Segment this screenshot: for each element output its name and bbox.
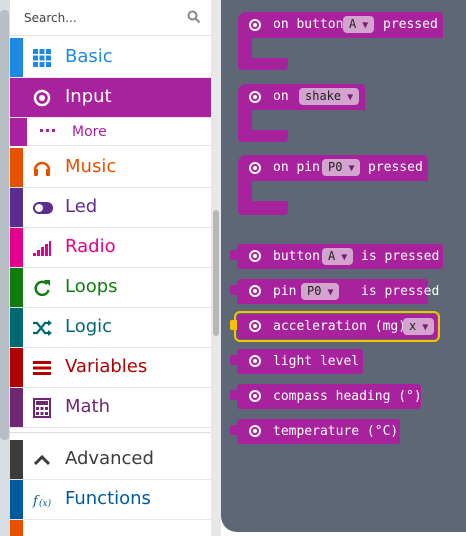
category-basic[interactable]: Basic [10, 38, 211, 78]
radio-target-icon [33, 89, 51, 107]
headphones-icon [33, 161, 51, 176]
category-color-bar [10, 148, 23, 187]
search-input[interactable]: Search... [24, 11, 77, 25]
category-functions[interactable]: f (x) Functions [10, 480, 211, 520]
category-color-bar [10, 118, 23, 146]
block-label: acceleration (mg) [273, 319, 407, 334]
search-icon[interactable] [187, 10, 201, 24]
category-color-bar [10, 38, 23, 77]
radio-target-icon [249, 390, 261, 402]
category-color-bar [10, 388, 23, 427]
toolbox-divider [10, 432, 211, 438]
category-label: Functions [65, 488, 151, 509]
category-led[interactable]: Led [10, 188, 211, 228]
radio-target-icon [249, 250, 261, 262]
shuffle-icon [33, 320, 52, 336]
radio-target-icon [249, 91, 261, 103]
category-color-bar [10, 480, 23, 519]
pin-dropdown[interactable]: P0 ▼ [301, 283, 340, 300]
dropdown-arrow-icon: ▼ [327, 287, 334, 298]
block-label: pressed [368, 160, 423, 175]
toolbox: Search... Basic Input More Music Led Rad… [10, 0, 211, 536]
category-advanced[interactable]: Advanced [10, 440, 211, 480]
block-label: on pin [273, 160, 320, 175]
category-label: Variables [65, 356, 148, 377]
category-color-bar [10, 268, 23, 307]
category-color-bar [10, 348, 23, 387]
toolbox-scrollbar-thumb[interactable] [213, 210, 219, 336]
pin-dropdown[interactable]: P0 ▼ [322, 159, 361, 176]
category-radio[interactable]: Radio [10, 228, 211, 268]
radio-target-icon [249, 162, 261, 174]
category-label: Led [65, 196, 98, 217]
category-label: Basic [65, 46, 113, 67]
dropdown-arrow-icon: ▼ [347, 92, 354, 103]
radio-target-icon [249, 425, 261, 437]
category-color-bar [10, 188, 23, 227]
radio-target-icon [249, 355, 261, 367]
toolbox-scrollbar-track [211, 0, 221, 536]
block-label: button [273, 249, 320, 264]
dropdown-arrow-icon: ▼ [348, 163, 355, 174]
category-math[interactable]: Math [10, 388, 211, 428]
category-logic[interactable]: Logic [10, 308, 211, 348]
category-label: Loops [65, 276, 118, 297]
category-color-bar [10, 228, 23, 267]
category-input[interactable]: Input [10, 78, 211, 118]
category-label: Radio [65, 236, 116, 257]
search-box[interactable]: Search... [10, 0, 211, 36]
axis-dropdown[interactable]: x ▼ [403, 318, 435, 335]
button-dropdown[interactable]: A ▼ [343, 16, 375, 33]
button-dropdown[interactable]: A ▼ [322, 248, 354, 265]
gesture-dropdown[interactable]: shake ▼ [299, 88, 360, 105]
refresh-icon [34, 280, 50, 297]
category-input-more[interactable]: More [10, 118, 211, 146]
category-loops[interactable]: Loops [10, 268, 211, 308]
grid-icon [33, 49, 51, 67]
block-label: compass heading (°) [273, 389, 422, 404]
category-music[interactable]: Music [10, 148, 211, 188]
block-c-foot [238, 58, 288, 70]
chevron-up-icon [33, 454, 51, 466]
category-color-bar [10, 440, 23, 479]
block-label: on [273, 89, 289, 104]
block-label: temperature (°C) [273, 424, 399, 439]
category-label: Logic [65, 316, 113, 337]
dropdown-arrow-icon: ▼ [341, 252, 348, 263]
radio-target-icon [249, 19, 261, 31]
block-label: light level [273, 354, 360, 369]
signal-bars-icon [33, 241, 51, 256]
category-next-partial[interactable] [10, 520, 211, 536]
radio-target-icon [249, 320, 261, 332]
lines-icon [33, 361, 51, 375]
fx-icon: f (x) [32, 494, 52, 509]
workspace-scrollbar[interactable] [0, 10, 9, 440]
block-label: pin [273, 284, 297, 299]
category-label: Math [65, 396, 111, 417]
category-label: Input [65, 86, 112, 107]
dropdown-arrow-icon: ▼ [362, 20, 369, 31]
category-variables[interactable]: Variables [10, 348, 211, 388]
category-label: More [72, 124, 107, 140]
block-label: is pressed [361, 249, 440, 264]
toggle-icon [33, 202, 53, 214]
category-label: Advanced [65, 448, 154, 469]
block-label: is pressed [361, 284, 440, 299]
subcategory-indent-bar [23, 118, 27, 146]
block-flyout: on button A ▼ pressed on shake ▼ on pin P0… [221, 0, 466, 532]
dropdown-arrow-icon: ▼ [422, 322, 429, 333]
category-color-bar [10, 308, 23, 347]
block-c-foot [238, 130, 288, 142]
category-color-bar [10, 78, 23, 117]
block-c-foot [238, 201, 288, 215]
radio-target-icon [249, 285, 261, 297]
svg-text:(x): (x) [39, 498, 52, 509]
category-label: Music [65, 156, 117, 177]
calculator-icon [33, 398, 51, 418]
block-label: pressed [383, 17, 438, 32]
dots-icon [40, 129, 55, 132]
block-label: on button [273, 17, 344, 32]
category-color-bar [10, 520, 23, 536]
